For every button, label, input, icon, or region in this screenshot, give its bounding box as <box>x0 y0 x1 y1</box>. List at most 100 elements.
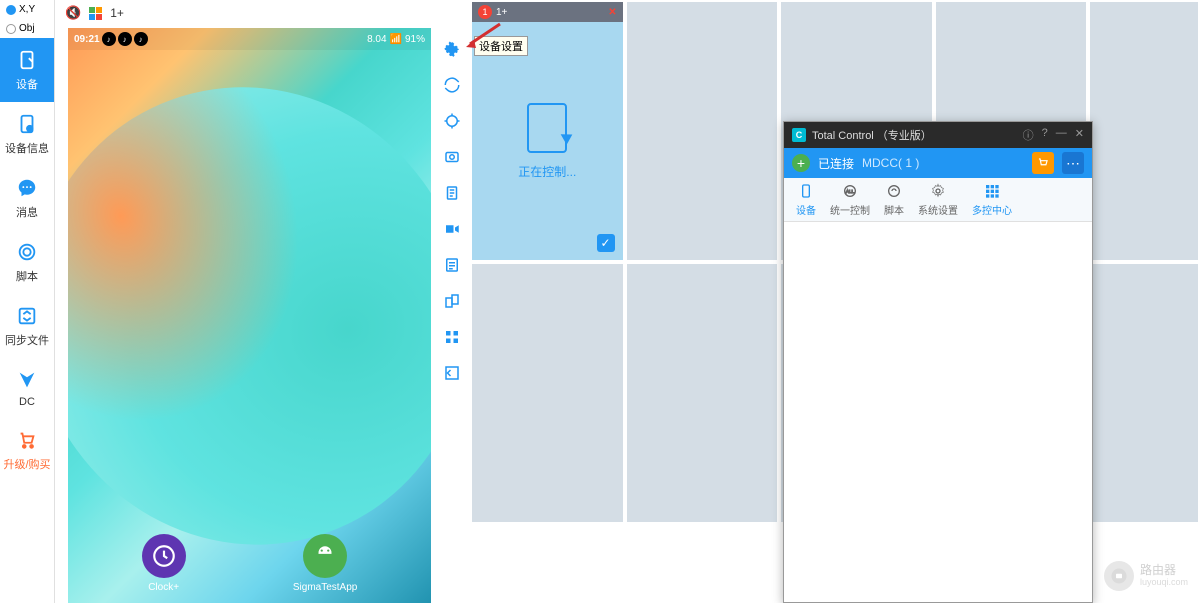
mute-icon[interactable]: 🔇 <box>65 5 81 21</box>
rotate-button[interactable] <box>441 290 463 312</box>
tc-titlebar[interactable]: C Total Control （专业版） ⓘ ? — ✕ <box>784 122 1092 148</box>
grid-cell-6[interactable] <box>472 264 623 522</box>
watermark-icon <box>1104 561 1134 591</box>
sidebar-script-label: 脚本 <box>16 268 38 284</box>
cell-close-button[interactable]: ✕ <box>608 7 616 18</box>
phone-mirror[interactable]: 09:21 ♪ ♪ ♪ 8.04 📶 91% Clock+ SigmaTestA… <box>68 28 431 603</box>
sidebar-sync-files[interactable]: 同步文件 <box>0 294 54 358</box>
annotation-arrow-1 <box>462 22 502 52</box>
cell-selected-check[interactable]: ✓ <box>597 234 615 252</box>
tc-tab-device[interactable]: 设备 <box>790 180 822 219</box>
controlling-icon <box>527 103 567 153</box>
apps-button[interactable] <box>441 326 463 348</box>
app-clock-label: Clock+ <box>148 582 179 593</box>
battery-label: 91% <box>405 34 425 45</box>
status-time: 09:21 <box>74 34 100 45</box>
tc-tab-script[interactable]: 脚本 <box>878 180 910 219</box>
android-icon <box>303 534 347 578</box>
script-icon <box>15 240 39 264</box>
tc-connect-bar: + 已连接 MDCC( 1 ) ⋯ <box>784 148 1092 178</box>
cell-content: 正在控制... <box>472 22 623 260</box>
unified-control-icon: ALL <box>841 182 859 200</box>
grid-cell-10[interactable] <box>1090 264 1198 522</box>
tc-tab-unified-label: 统一控制 <box>830 202 870 217</box>
grid-view-icon[interactable] <box>89 7 102 20</box>
tc-device-group[interactable]: MDCC( 1 ) <box>862 156 919 170</box>
sidebar-upgrade-buy-label: 升级/购买 <box>3 456 50 472</box>
radio-xy-icon <box>6 5 16 15</box>
tc-connected-label: 已连接 <box>818 155 854 172</box>
dc-icon <box>15 368 39 392</box>
sidebar-device[interactable]: 设备 <box>0 38 54 102</box>
device-icon <box>797 182 815 200</box>
tiktok-icon: ♪ <box>102 32 116 46</box>
tc-body <box>784 222 1092 602</box>
watermark-title: 路由器 <box>1140 564 1188 577</box>
sidebar-messages-label: 消息 <box>16 204 38 220</box>
tc-tab-device-label: 设备 <box>796 202 816 217</box>
cell-badge: 1 <box>478 5 492 19</box>
tc-tab-system-settings-label: 系统设置 <box>918 202 958 217</box>
app-sigma-test[interactable]: SigmaTestApp <box>293 534 357 593</box>
wifi-icon: 📶 <box>390 34 402 45</box>
tc-tab-multi-control-label: 多控中心 <box>972 202 1012 217</box>
cell-title: 1+ <box>496 7 507 18</box>
refresh-button[interactable] <box>441 74 463 96</box>
tc-shop-button[interactable] <box>1032 152 1054 174</box>
top-device-label: 1+ <box>110 6 124 20</box>
target-button[interactable] <box>441 110 463 132</box>
tc-tab-unified[interactable]: ALL 统一控制 <box>824 180 876 219</box>
sidebar-dc-label: DC <box>19 396 35 408</box>
sidebar-dc[interactable]: DC <box>0 358 54 418</box>
grid-icon <box>983 182 1001 200</box>
tc-tab-script-label: 脚本 <box>884 202 904 217</box>
tc-logo-icon: C <box>792 128 806 142</box>
cell-status: 正在控制... <box>518 163 576 180</box>
tc-add-device-button[interactable]: + <box>792 154 810 172</box>
svg-text:i: i <box>29 127 30 133</box>
cell-header: 1 1+ ✕ <box>472 2 623 22</box>
coord-mode-xy[interactable]: X,Y <box>0 0 54 19</box>
sidebar-upgrade-buy[interactable]: 升级/购买 <box>0 418 54 482</box>
sidebar-sync-files-label: 同步文件 <box>5 332 49 348</box>
sidebar-device-info[interactable]: i 设备信息 <box>0 102 54 166</box>
tc-more-button[interactable]: ⋯ <box>1062 152 1084 174</box>
coord-mode-obj[interactable]: Obj <box>0 19 54 38</box>
total-control-window: C Total Control （专业版） ⓘ ? — ✕ + 已连接 MDCC… <box>783 121 1093 603</box>
grid-cell-7[interactable] <box>627 264 778 522</box>
sidebar-messages[interactable]: 消息 <box>0 166 54 230</box>
sidebar-device-info-label: 设备信息 <box>5 140 49 156</box>
grid-cell-2[interactable] <box>627 2 778 260</box>
settings-button[interactable] <box>441 38 463 60</box>
device-icon <box>15 48 39 72</box>
device-info-icon: i <box>15 112 39 136</box>
tiktok-icon: ♪ <box>118 32 132 46</box>
app-sigma-test-label: SigmaTestApp <box>293 582 357 593</box>
coord-obj-label: Obj <box>19 23 35 34</box>
record-button[interactable] <box>441 218 463 240</box>
wallpaper <box>68 28 431 603</box>
clipboard-button[interactable] <box>441 182 463 204</box>
screenshot-button[interactable] <box>441 146 463 168</box>
app-clock[interactable]: Clock+ <box>142 534 186 593</box>
radio-obj-icon <box>6 24 16 34</box>
gear-icon <box>929 182 947 200</box>
phone-status-bar: 09:21 ♪ ♪ ♪ 8.04 📶 91% <box>68 28 431 50</box>
sidebar-script[interactable]: 脚本 <box>0 230 54 294</box>
expand-button[interactable] <box>441 362 463 384</box>
messages-icon <box>15 176 39 200</box>
tc-tab-system-settings[interactable]: 系统设置 <box>912 180 964 219</box>
tc-info-button[interactable]: ⓘ <box>1023 127 1034 143</box>
phone-dock: Clock+ SigmaTestApp <box>68 534 431 593</box>
tc-minimize-button[interactable]: — <box>1056 127 1067 143</box>
tc-tab-multi-control[interactable]: 多控中心 <box>966 180 1018 219</box>
tiktok-icon: ♪ <box>134 32 148 46</box>
tc-close-button[interactable]: ✕ <box>1075 127 1084 143</box>
notes-button[interactable] <box>441 254 463 276</box>
tc-help-button[interactable]: ? <box>1042 127 1048 143</box>
grid-cell-5[interactable] <box>1090 2 1198 260</box>
tool-column <box>437 28 467 603</box>
tc-tabs: 设备 ALL 统一控制 脚本 系统设置 多控中心 <box>784 178 1092 222</box>
clock-icon <box>142 534 186 578</box>
left-sidebar: X,Y Obj 设备 i 设备信息 消息 脚本 同步文件 <box>0 0 55 603</box>
